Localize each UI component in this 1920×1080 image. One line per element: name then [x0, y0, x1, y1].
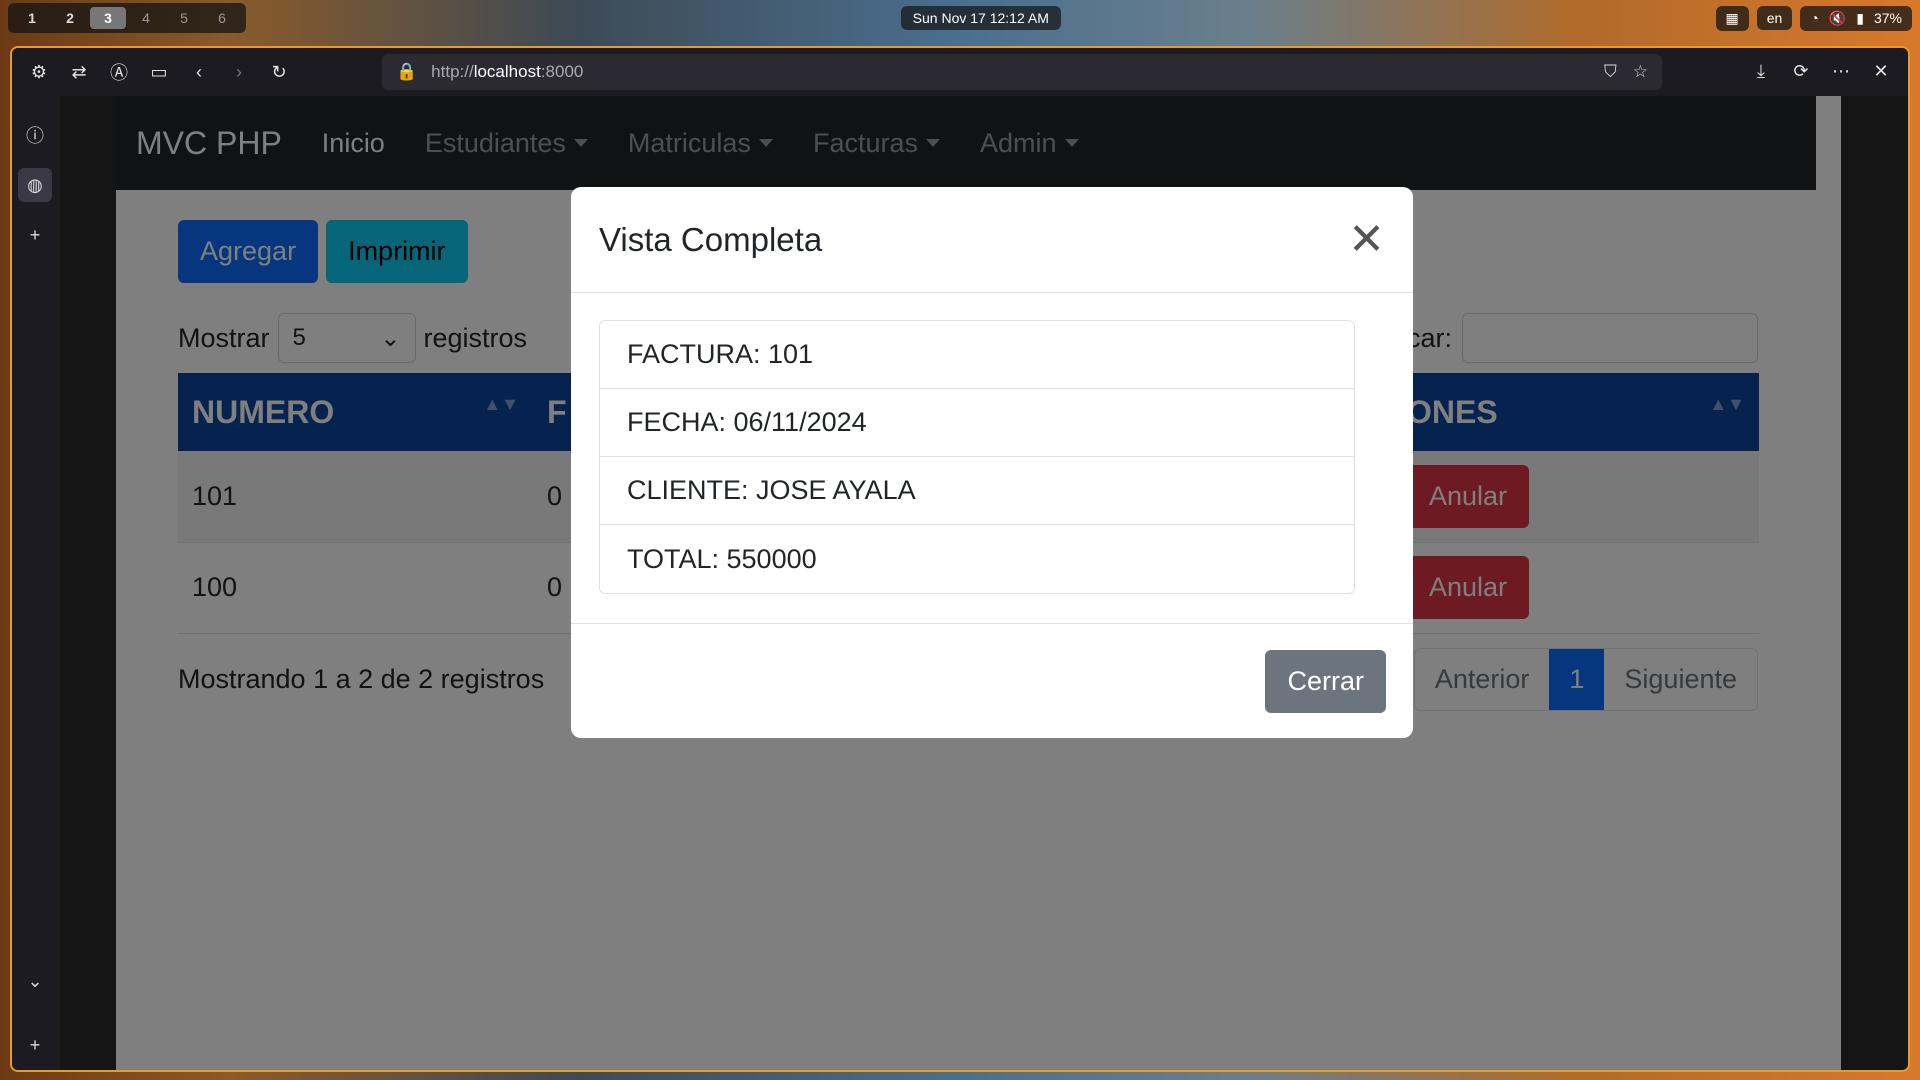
- modal-footer: Cerrar: [571, 623, 1413, 738]
- download-icon[interactable]: ⤓: [1744, 54, 1778, 88]
- list-item: CLIENTE: JOSE AYALA: [600, 457, 1354, 525]
- bookmark-star-icon[interactable]: ☆: [1633, 62, 1648, 82]
- clock[interactable]: Sun Nov 17 12:12 AM: [900, 6, 1061, 30]
- workspace-switcher[interactable]: 1 2 3 4 5 6: [8, 3, 246, 33]
- modal-title: Vista Completa: [599, 220, 823, 258]
- chevron-down-icon[interactable]: ⌄: [18, 964, 52, 998]
- sidebar-toggle-icon[interactable]: ▭: [142, 55, 176, 89]
- modal-header: Vista Completa ✕: [571, 187, 1413, 293]
- new-tab-icon[interactable]: +: [18, 1028, 52, 1062]
- workspace-3[interactable]: 3: [90, 7, 126, 29]
- invoice-detail-modal: Vista Completa ✕ FACTURA: 101 FECHA: 06/…: [571, 187, 1413, 738]
- close-window-icon[interactable]: ✕: [1864, 54, 1898, 88]
- extensions-icon[interactable]: ⟳: [1784, 54, 1818, 88]
- shield-icon[interactable]: ⛉: [1604, 62, 1617, 82]
- layout-icon[interactable]: ▦: [1715, 5, 1749, 31]
- sync-tabs-icon[interactable]: ⇄: [62, 55, 96, 89]
- info-icon[interactable]: ⓘ: [18, 118, 52, 152]
- system-tray: ▦ en ◔ 🔇 ▮ 37%: [1715, 5, 1912, 31]
- workspace-4[interactable]: 4: [128, 7, 164, 29]
- list-item: TOTAL: 550000: [627, 543, 817, 574]
- more-menu-icon[interactable]: ⋯: [1824, 54, 1858, 88]
- reload-icon[interactable]: ↻: [262, 55, 296, 89]
- globe-icon[interactable]: ◍: [18, 168, 52, 202]
- url-text[interactable]: http://localhost:8000: [431, 62, 583, 82]
- browser-window: ⚙ ⇄ Ⓐ ▭ ‹ › ↻ 🔒 http://localhost:8000 ⛉ …: [10, 46, 1910, 1072]
- workspace-6[interactable]: 6: [204, 7, 240, 29]
- browser-toolbar: ⚙ ⇄ Ⓐ ▭ ‹ › ↻ 🔒 http://localhost:8000 ⛉ …: [12, 48, 1908, 96]
- list-item: FACTURA: 101: [600, 321, 1354, 389]
- workspace-2[interactable]: 2: [52, 7, 88, 29]
- battery-level: 37%: [1873, 10, 1902, 26]
- detail-list: FACTURA: 101 FECHA: 06/11/2024 CLIENTE: …: [599, 320, 1355, 594]
- lock-icon: 🔒: [396, 62, 418, 81]
- modal-body: FACTURA: 101 FECHA: 06/11/2024 CLIENTE: …: [571, 293, 1413, 623]
- forward-icon[interactable]: ›: [222, 55, 256, 89]
- status-indicators[interactable]: ◔ 🔇 ▮ 37%: [1800, 5, 1912, 31]
- back-icon[interactable]: ‹: [182, 55, 216, 89]
- settings-icon[interactable]: ⚙: [22, 55, 56, 89]
- battery-icon: ▮: [1856, 9, 1864, 26]
- address-bar[interactable]: 🔒 http://localhost:8000 ⛉ ☆: [382, 54, 1662, 90]
- add-panel-icon[interactable]: +: [18, 218, 52, 252]
- account-icon[interactable]: Ⓐ: [102, 55, 136, 89]
- workspace-1[interactable]: 1: [14, 7, 50, 29]
- page-viewport: MVC PHP Inicio Estudiantes Matriculas Fa…: [60, 96, 1908, 1070]
- close-icon[interactable]: ✕: [1348, 217, 1385, 262]
- list-item: FECHA: 06/11/2024: [600, 389, 1354, 457]
- volume-muted-icon: 🔇: [1828, 9, 1847, 26]
- wifi-icon: ◔: [1810, 10, 1819, 26]
- system-top-bar: 1 2 3 4 5 6 Sun Nov 17 12:12 AM ▦ en ◔ 🔇…: [0, 0, 1920, 36]
- browser-sidebar: ⓘ ◍ + ⌄ +: [12, 96, 58, 1070]
- language-indicator[interactable]: en: [1756, 6, 1793, 30]
- workspace-5[interactable]: 5: [166, 7, 202, 29]
- close-button[interactable]: Cerrar: [1265, 649, 1386, 713]
